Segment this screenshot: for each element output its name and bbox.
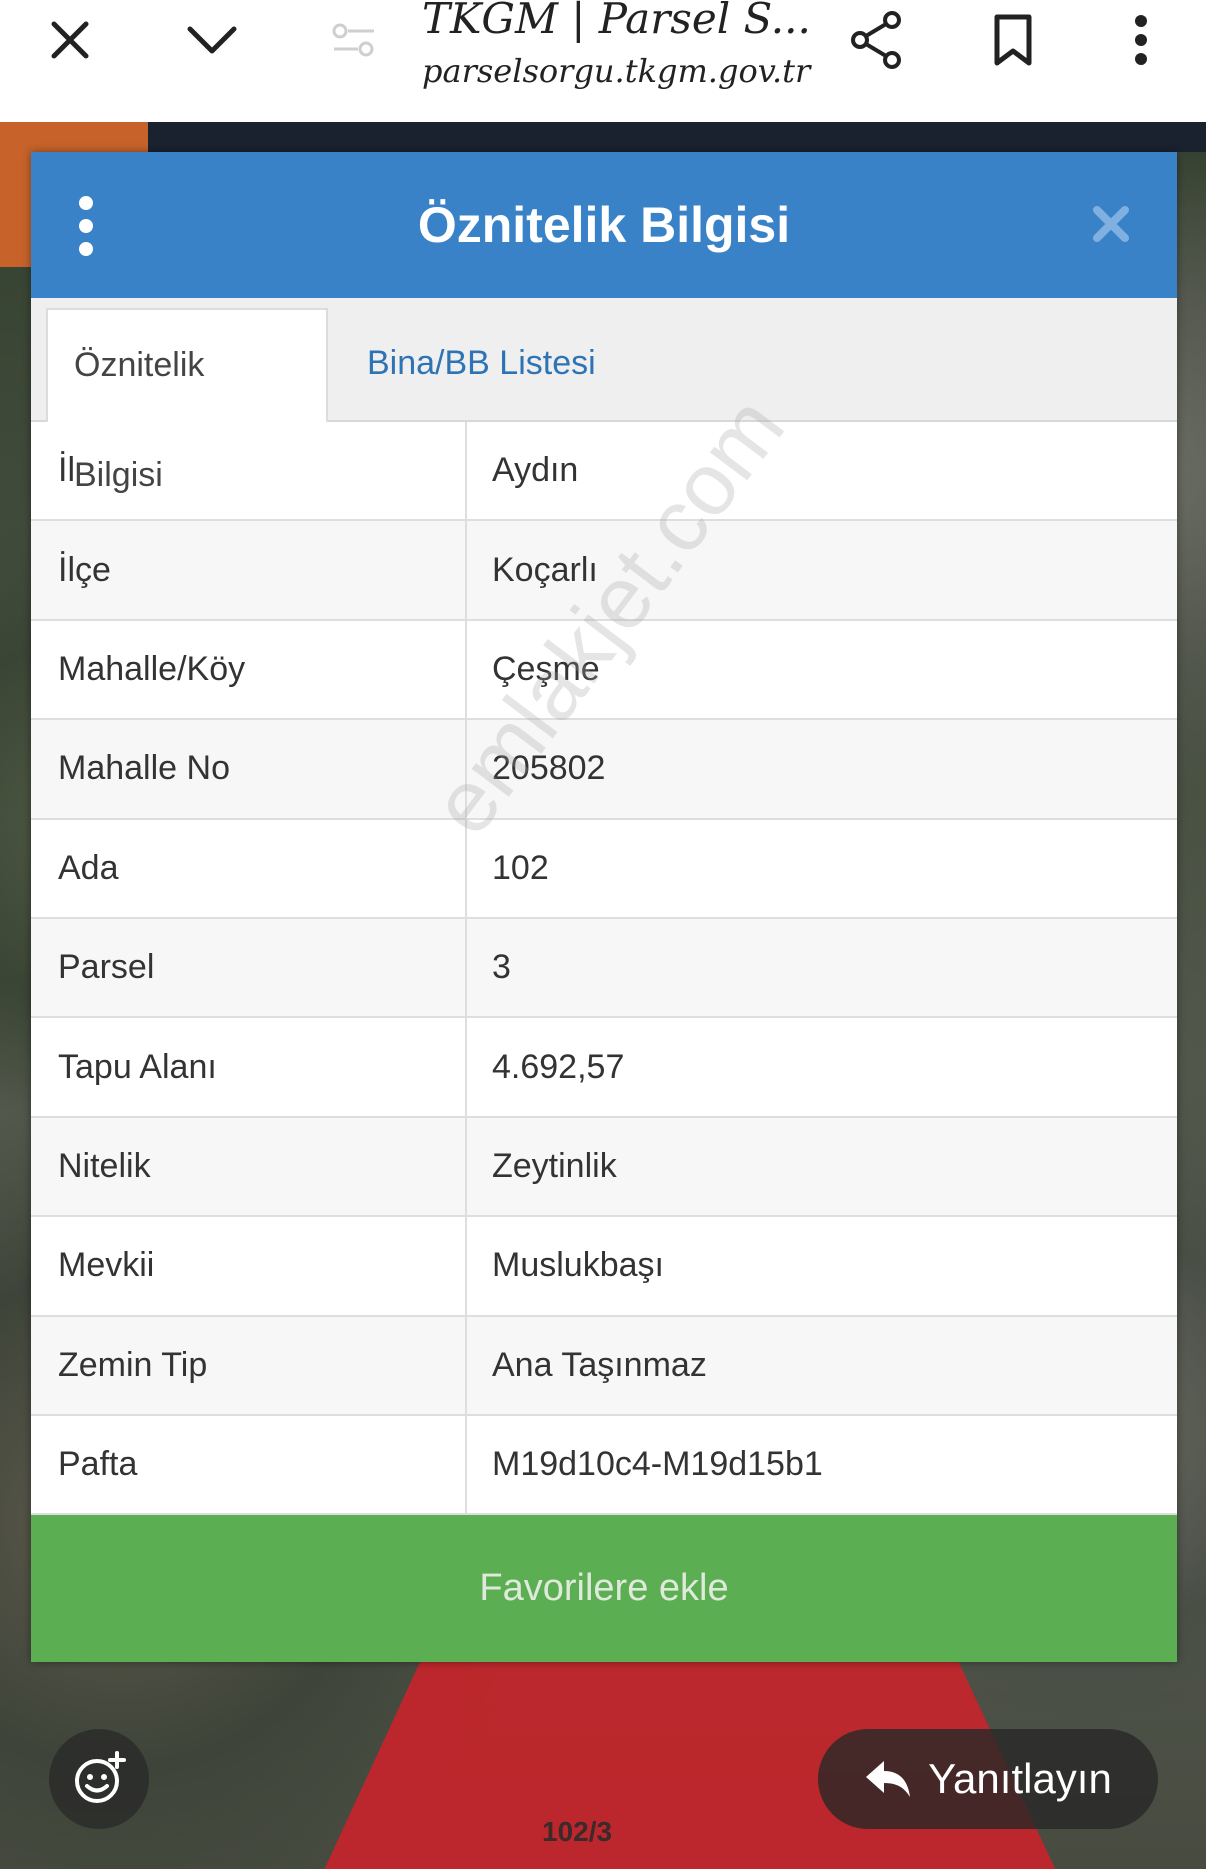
bookmark-icon[interactable]	[988, 0, 1038, 80]
tab-building-list[interactable]: Bina/BB Listesi	[367, 308, 596, 422]
table-row: Mahalle/Köy Çeşme	[31, 620, 1177, 721]
reply-icon	[866, 1761, 911, 1797]
browser-top-bar: TKGM | Parsel S... parselsorgu.tkgm.gov.…	[0, 0, 1206, 122]
tab-attribute-info[interactable]: Öznitelik Bilgisi	[46, 308, 328, 494]
row-label: İlçe	[31, 521, 467, 619]
close-icon[interactable]	[1091, 204, 1131, 244]
row-value: Çeşme	[492, 649, 600, 688]
row-value: Ana Taşınmaz	[492, 1345, 707, 1384]
row-label: Nitelik	[31, 1117, 467, 1216]
dialog-header: Öznitelik Bilgisi	[31, 152, 1177, 298]
row-value: 205802	[492, 749, 606, 788]
row-value: 3	[492, 948, 511, 987]
reply-label: Yanıtlayın	[928, 1755, 1112, 1802]
row-label: Mevkii	[31, 1217, 467, 1315]
row-value: Koçarlı	[492, 550, 598, 589]
row-label: Mahalle/Köy	[31, 620, 467, 719]
add-to-favorites-button[interactable]: Favorilere ekle	[31, 1515, 1177, 1662]
row-label: Pafta	[31, 1415, 467, 1514]
table-row: Parsel 3	[31, 918, 1177, 1019]
row-value: Zeytinlik	[492, 1146, 617, 1185]
close-icon[interactable]	[40, 0, 100, 80]
chevron-down-icon[interactable]	[180, 0, 244, 80]
share-icon[interactable]	[846, 0, 906, 80]
table-row: Mahalle No 205802	[31, 720, 1177, 820]
table-row: Tapu Alanı 4.692,57	[31, 1018, 1177, 1118]
row-value: Aydın	[492, 451, 579, 490]
page-title: TKGM | Parsel S...	[422, 0, 811, 43]
row-label: Ada	[31, 819, 467, 917]
row-value: M19d10c4-M19d15b1	[492, 1445, 823, 1484]
emoji-button[interactable]	[49, 1729, 149, 1829]
map-top-band	[140, 122, 1206, 152]
row-label: Parsel	[31, 918, 467, 1017]
row-label: Mahalle No	[31, 720, 467, 818]
table-row: Ada 102	[31, 819, 1177, 919]
attribute-dialog: Öznitelik Bilgisi Öznitelik Bilgisi Bina…	[31, 152, 1177, 1662]
row-label: Zemin Tip	[31, 1316, 467, 1414]
dialog-title: Öznitelik Bilgisi	[417, 197, 791, 253]
table-row: İl Aydın	[31, 422, 1177, 522]
tune-icon[interactable]	[326, 0, 382, 80]
parcel-map-label: 102/3	[542, 1816, 613, 1847]
attribute-table: İl Aydın İlçe Koçarlı Mahalle/Köy Çeşme …	[31, 422, 1177, 1516]
table-row: Nitelik Zeytinlik	[31, 1117, 1177, 1218]
row-value: 4.692,57	[492, 1047, 625, 1086]
table-row: Mevkii Muslukbaşı	[31, 1217, 1177, 1317]
table-row: Pafta M19d10c4-M19d15b1	[31, 1415, 1177, 1516]
more-vert-icon[interactable]	[1126, 0, 1156, 80]
tab-bar: Öznitelik Bilgisi Bina/BB Listesi	[31, 298, 1177, 494]
emoji-add-icon	[75, 1751, 126, 1803]
row-label: İl	[31, 422, 467, 520]
table-row: Zemin Tip Ana Taşınmaz	[31, 1316, 1177, 1416]
page-url[interactable]: parselsorgu.tkgm.gov.tr	[422, 52, 810, 90]
table-row: İlçe Koçarlı	[31, 521, 1177, 621]
reply-button[interactable]: Yanıtlayın	[818, 1729, 1158, 1829]
row-value: Muslukbaşı	[492, 1246, 664, 1285]
row-label: Tapu Alanı	[31, 1018, 467, 1116]
row-value: 102	[492, 848, 549, 887]
